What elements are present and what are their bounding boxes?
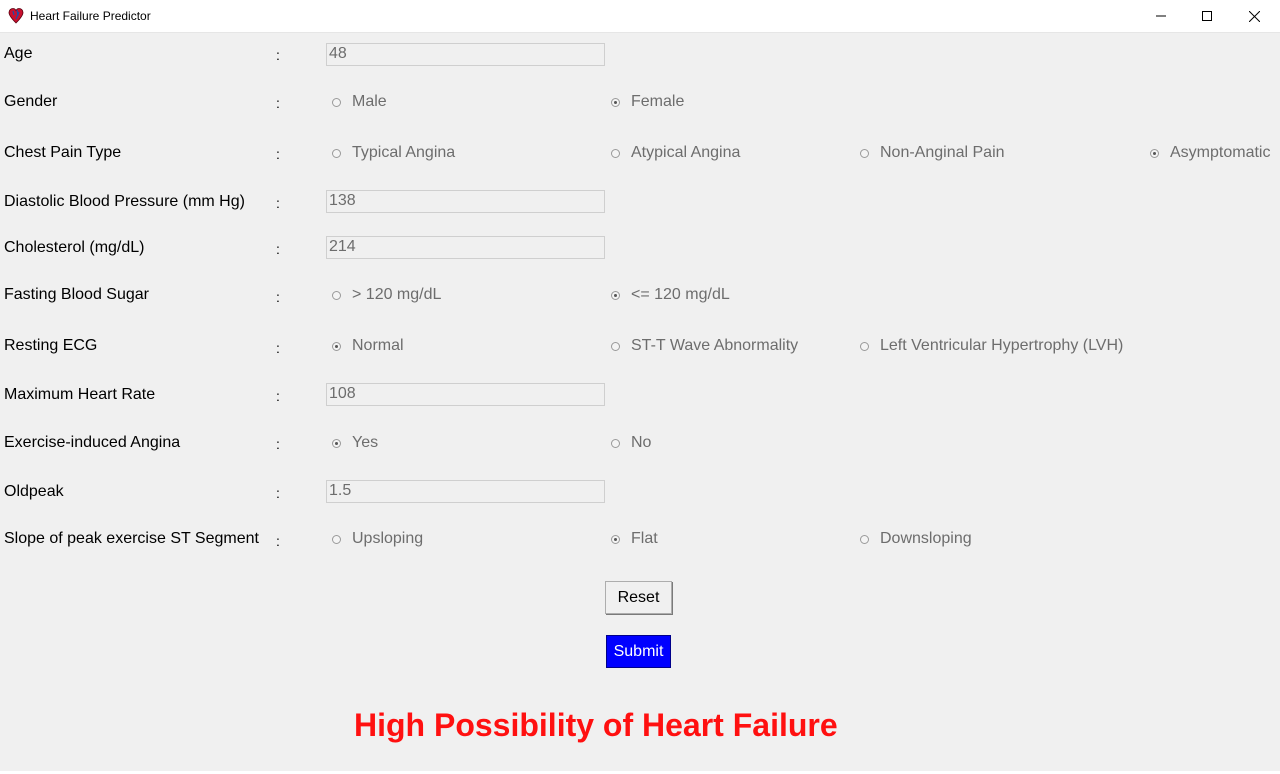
max-hr-label: Maximum Heart Rate: [4, 386, 156, 403]
slope-radio-flat[interactable]: Flat: [611, 530, 658, 548]
close-icon: [1248, 10, 1260, 22]
slope-flat-label: Flat: [631, 530, 658, 547]
gender-label: Gender: [4, 93, 58, 110]
radio-off-icon: [860, 148, 869, 158]
radio-on-icon: [332, 341, 341, 351]
radio-off-icon: [332, 290, 341, 300]
chest-pain-radio-asymptomatic[interactable]: Asymptomatic: [1150, 144, 1270, 162]
angina-label: Exercise-induced Angina: [4, 434, 181, 451]
angina-no-label: No: [631, 434, 652, 451]
fbs-radio-low[interactable]: <= 120 mg/dL: [611, 286, 730, 304]
slope-upsloping-label: Upsloping: [352, 530, 424, 547]
age-input[interactable]: 48: [326, 43, 605, 66]
chest-pain-non-anginal-label: Non-Anginal Pain: [880, 144, 1005, 161]
age-colon: :: [276, 47, 280, 63]
gender-female-label: Female: [631, 93, 685, 110]
fbs-high-label: > 120 mg/dL: [352, 286, 442, 303]
maximize-button[interactable]: [1184, 0, 1230, 32]
radio-off-icon: [611, 341, 620, 351]
prediction-result: High Possibility of Heart Failure: [354, 707, 838, 743]
slope-colon: :: [276, 533, 280, 549]
oldpeak-label: Oldpeak: [4, 483, 64, 500]
fbs-low-label: <= 120 mg/dL: [631, 286, 730, 303]
gender-radio-male[interactable]: Male: [332, 93, 387, 111]
minimize-button[interactable]: [1138, 0, 1184, 32]
chest-pain-radio-atypical[interactable]: Atypical Angina: [611, 144, 740, 162]
radio-off-icon: [332, 97, 341, 107]
slope-downsloping-label: Downsloping: [880, 530, 972, 547]
minimize-icon: [1156, 11, 1166, 21]
angina-radio-no[interactable]: No: [611, 434, 651, 452]
radio-on-icon: [1150, 148, 1159, 158]
bp-input[interactable]: 138: [326, 190, 605, 213]
chest-pain-asymptomatic-label: Asymptomatic: [1170, 144, 1271, 161]
ecg-label: Resting ECG: [4, 337, 98, 354]
slope-radio-upsloping[interactable]: Upsloping: [332, 530, 423, 548]
radio-on-icon: [611, 97, 620, 107]
chest-pain-radio-typical[interactable]: Typical Angina: [332, 144, 455, 162]
maximize-icon: [1202, 11, 1212, 21]
ecg-stt-label: ST-T Wave Abnormality: [631, 337, 799, 354]
fbs-colon: :: [276, 289, 280, 305]
gender-male-label: Male: [352, 93, 387, 110]
radio-off-icon: [860, 341, 869, 351]
bp-label: Diastolic Blood Pressure (mm Hg): [4, 193, 245, 210]
cholesterol-colon: :: [276, 241, 280, 257]
angina-colon: :: [276, 436, 280, 452]
radio-off-icon: [332, 534, 341, 544]
radio-off-icon: [860, 534, 869, 544]
heart-app-icon: [8, 7, 24, 24]
gender-colon: :: [276, 95, 280, 111]
radio-on-icon: [611, 290, 620, 300]
radio-off-icon: [611, 438, 620, 448]
ecg-normal-label: Normal: [352, 337, 404, 354]
radio-on-icon: [332, 438, 341, 448]
slope-label: Slope of peak exercise ST Segment: [4, 530, 259, 547]
ecg-colon: :: [276, 340, 280, 356]
chest-pain-typical-label: Typical Angina: [352, 144, 456, 161]
ecg-lvh-label: Left Ventricular Hypertrophy (LVH): [880, 337, 1124, 354]
angina-yes-label: Yes: [352, 434, 379, 451]
submit-button[interactable]: Submit: [606, 635, 671, 668]
fbs-radio-high[interactable]: > 120 mg/dL: [332, 286, 441, 304]
gender-radio-female[interactable]: Female: [611, 93, 684, 111]
reset-button[interactable]: Reset: [605, 581, 672, 614]
ecg-radio-lvh[interactable]: Left Ventricular Hypertrophy (LVH): [860, 337, 1123, 355]
cholesterol-input[interactable]: 214: [326, 236, 605, 259]
radio-on-icon: [611, 534, 620, 544]
cholesterol-label: Cholesterol (mg/dL): [4, 239, 145, 256]
title-bar: Heart Failure Predictor: [0, 0, 1280, 33]
oldpeak-colon: :: [276, 485, 280, 501]
chest-pain-colon: :: [276, 146, 280, 162]
radio-off-icon: [611, 148, 620, 158]
chest-pain-atypical-label: Atypical Angina: [631, 144, 741, 161]
radio-off-icon: [332, 148, 341, 158]
ecg-radio-normal[interactable]: Normal: [332, 337, 404, 355]
oldpeak-input[interactable]: 1.5: [326, 480, 605, 503]
max-hr-input[interactable]: 108: [326, 383, 605, 406]
age-label: Age: [4, 45, 33, 62]
max-hr-colon: :: [276, 388, 280, 404]
fbs-label: Fasting Blood Sugar: [4, 286, 149, 303]
chest-pain-radio-non-anginal[interactable]: Non-Anginal Pain: [860, 144, 1005, 162]
bp-colon: :: [276, 195, 280, 211]
ecg-radio-stt[interactable]: ST-T Wave Abnormality: [611, 337, 798, 355]
chest-pain-label: Chest Pain Type: [4, 144, 122, 161]
slope-radio-downsloping[interactable]: Downsloping: [860, 530, 972, 548]
window-title: Heart Failure Predictor: [30, 9, 151, 23]
close-button[interactable]: [1231, 0, 1277, 32]
angina-radio-yes[interactable]: Yes: [332, 434, 378, 452]
